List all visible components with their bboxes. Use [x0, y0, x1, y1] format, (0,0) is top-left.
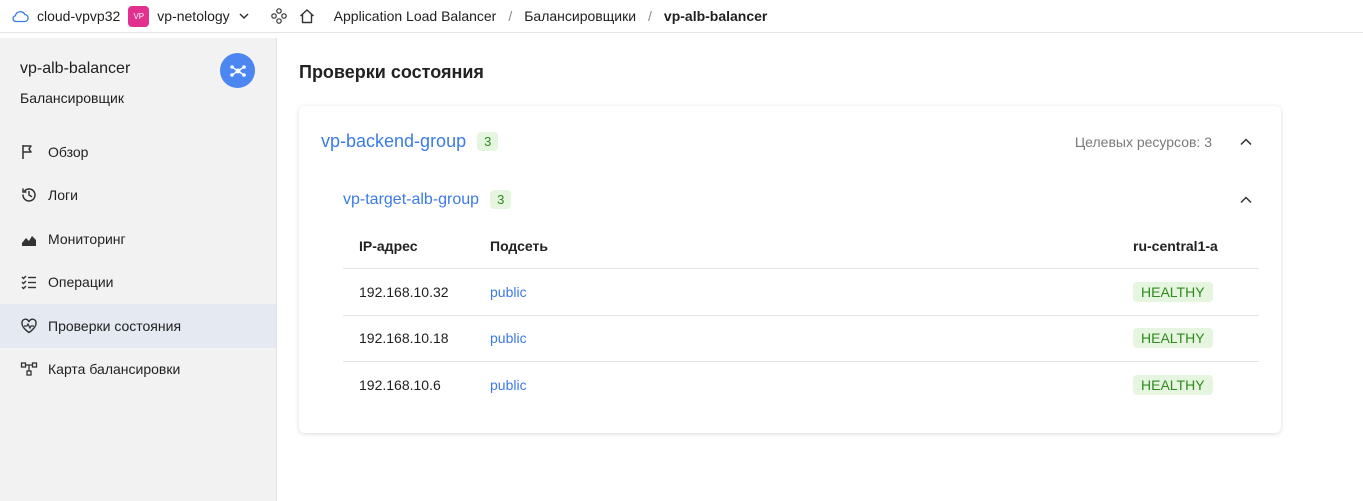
breadcrumb-current: vp-alb-balancer [663, 8, 768, 24]
ip-address: 192.168.10.18 [359, 330, 449, 347]
sidebar-item-label: Карта балансировки [48, 361, 181, 378]
status-badge: HEALTHY [1133, 281, 1213, 302]
cloud-icon [11, 9, 29, 23]
sidebar-item-balancing-map[interactable]: Карта балансировки [0, 348, 276, 392]
checklist-icon [20, 273, 38, 291]
backend-group-count-badge: 3 [477, 132, 499, 151]
status-badge: HEALTHY [1133, 375, 1213, 396]
topology-icon [20, 360, 38, 378]
backend-group-link[interactable]: vp-backend-group [321, 131, 466, 152]
heart-pulse-icon [20, 317, 38, 335]
breadcrumb-separator: / [508, 8, 513, 24]
collapse-backend-group-button[interactable] [1238, 134, 1254, 150]
column-header-zone: ru-central1-a [1133, 237, 1218, 254]
target-group-count-badge: 3 [490, 190, 512, 209]
column-header-subnet: Подсеть [490, 237, 548, 254]
backend-group-header: vp-backend-group 3 [321, 131, 499, 152]
subnet-link[interactable]: public [490, 284, 527, 300]
flag-icon [20, 143, 38, 161]
breadcrumb: Application Load Balancer / Балансировщи… [334, 8, 768, 24]
chevron-up-icon [1240, 196, 1252, 204]
cloud-name: cloud-vpvp32 [37, 8, 121, 24]
sidebar-item-operations[interactable]: Операции [0, 261, 276, 305]
folder-selector[interactable]: VP vp-netology [128, 5, 250, 27]
cloud-selector[interactable]: cloud-vpvp32 [11, 8, 120, 24]
sidebar-item-health-checks[interactable]: Проверки состояния [0, 304, 276, 348]
top-bar: cloud-vpvp32 VP vp-netology Application … [0, 0, 1363, 33]
subnet-link[interactable]: public [490, 377, 527, 393]
chevron-up-icon [1240, 138, 1252, 146]
collapse-target-group-button[interactable] [1238, 192, 1254, 208]
folder-name: vp-netology [157, 8, 230, 24]
sidebar-item-monitoring[interactable]: Мониторинг [0, 217, 276, 261]
sidebar-item-label: Обзор [48, 143, 89, 160]
folder-badge: VP [128, 5, 150, 27]
sidebar-item-label: Проверки состояния [48, 317, 182, 334]
history-icon [20, 186, 38, 204]
sidebar-item-label: Логи [48, 187, 78, 204]
resource-title: vp-alb-balancer [20, 60, 131, 77]
subnet-link[interactable]: public [490, 330, 527, 346]
ip-address: 192.168.10.6 [359, 377, 441, 394]
alb-service-icon[interactable] [220, 53, 255, 88]
breadcrumb-alb[interactable]: Application Load Balancer [334, 8, 497, 24]
services-icon[interactable] [270, 7, 288, 25]
sidebar-item-label: Операции [48, 274, 114, 291]
target-resources-count: Целевых ресурсов: 3 [1074, 134, 1212, 150]
targets-table: IP-адрес Подсеть ru-central1-a 192.168.1… [343, 223, 1259, 409]
chart-icon [20, 230, 38, 248]
table-row: 192.168.10.6 public HEALTHY [343, 362, 1259, 409]
sidebar-item-label: Мониторинг [48, 230, 126, 247]
column-header-ip: IP-адрес [359, 237, 418, 254]
home-icon[interactable] [298, 7, 316, 25]
page-title: Проверки состояния [299, 62, 484, 82]
ip-address: 192.168.10.32 [359, 283, 449, 300]
table-row: 192.168.10.18 public HEALTHY [343, 316, 1259, 362]
target-group-header: vp-target-alb-group 3 [343, 190, 512, 209]
chevron-down-icon [238, 10, 250, 22]
target-group-link[interactable]: vp-target-alb-group [343, 191, 479, 209]
breadcrumb-separator: / [648, 8, 652, 24]
sidebar-item-overview[interactable]: Обзор [0, 130, 276, 174]
resource-type: Балансировщик [20, 90, 124, 106]
breadcrumb-balancers[interactable]: Балансировщики [524, 8, 636, 24]
sidebar: vp-alb-balancer Балансировщик Обзор Логи… [0, 38, 277, 501]
health-check-card: vp-backend-group 3 Целевых ресурсов: 3 v… [299, 106, 1281, 433]
table-row: 192.168.10.32 public HEALTHY [343, 269, 1259, 316]
sidebar-item-logs[interactable]: Логи [0, 174, 276, 218]
table-header-row: IP-адрес Подсеть ru-central1-a [343, 223, 1259, 269]
sidebar-nav: Обзор Логи Мониторинг Операции Проверки … [0, 130, 276, 391]
status-badge: HEALTHY [1133, 328, 1213, 349]
